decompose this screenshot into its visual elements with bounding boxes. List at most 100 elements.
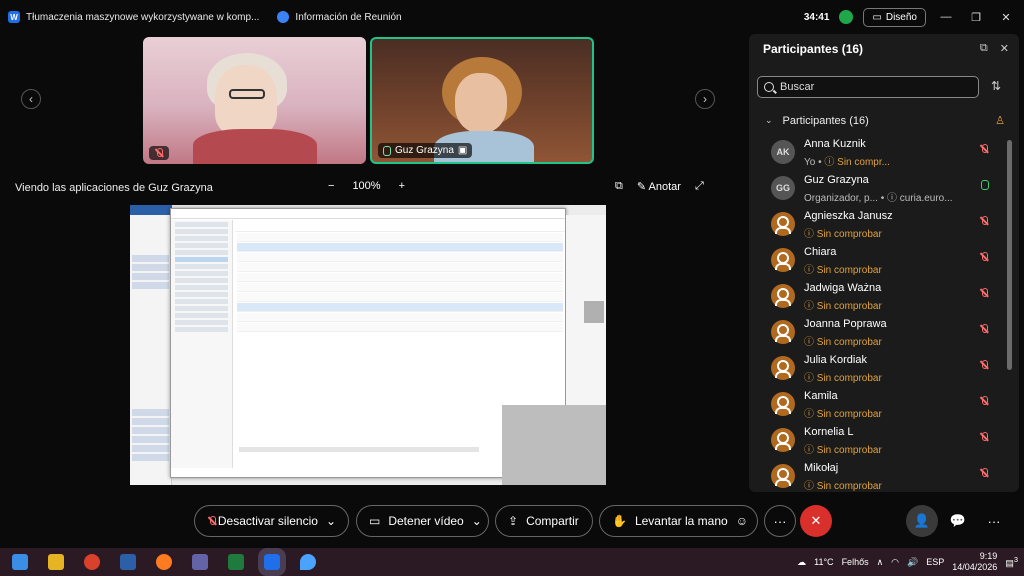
mic-muted-icon[interactable]	[979, 324, 989, 334]
list-item[interactable]: AK Anna Kuznik Yo • ⓘ Sin compr...	[749, 134, 1004, 170]
mic-muted-icon[interactable]	[979, 396, 989, 406]
close-panel-icon[interactable]: ✕	[1000, 42, 1009, 55]
mic-muted-icon[interactable]	[979, 216, 989, 226]
screen-share-icon: ▣	[457, 145, 468, 156]
chevron-down-icon[interactable]: ⌄	[326, 514, 336, 528]
sort-icon[interactable]: ⇅	[991, 79, 1001, 93]
nav-bar	[132, 454, 169, 461]
video-tile-1[interactable]	[143, 37, 366, 164]
chevron-down-icon[interactable]: ⌄	[472, 514, 482, 528]
mic-muted-icon[interactable]	[979, 432, 989, 442]
meeting-timer: 34:41	[803, 11, 830, 23]
shared-screen[interactable]	[130, 205, 606, 485]
list-item[interactable]: Jadwiga Ważna ⓘ Sin comprobar	[749, 278, 1004, 314]
weather-icon[interactable]: ☁	[797, 557, 806, 568]
share-label: Compartir	[526, 514, 579, 528]
reactions-icon[interactable]: ☺	[736, 514, 748, 528]
prev-video-icon[interactable]: ‹	[21, 89, 41, 109]
mic-muted-icon[interactable]	[979, 144, 989, 154]
nav-bar	[132, 418, 169, 425]
shared-app-ribbon	[130, 205, 172, 215]
participant-glasses	[229, 89, 265, 99]
list-item[interactable]: Mikołaj ⓘ Sin comprobar	[749, 458, 1004, 494]
mic-active-icon[interactable]	[981, 180, 989, 190]
teams-icon[interactable]	[192, 554, 208, 570]
popout-panel-icon[interactable]: ⧉	[980, 42, 988, 55]
volume-icon[interactable]: 🔊	[907, 557, 918, 568]
app-title: Tłumaczenia maszynowe wykorzystywane w k…	[26, 11, 260, 23]
mic-muted-icon[interactable]	[979, 252, 989, 262]
list-item[interactable]: Kornelia L ⓘ Sin comprobar	[749, 422, 1004, 458]
section-label: Participantes (16)	[782, 114, 869, 127]
raise-hand-button[interactable]: ✋ Levantar la mano ☺	[599, 505, 758, 537]
list-item[interactable]: Agnieszka Janusz ⓘ Sin comprobar	[749, 206, 1004, 242]
avatar: GG	[771, 176, 795, 200]
list-item[interactable]: Julia Kordiak ⓘ Sin comprobar	[749, 350, 1004, 386]
participant-name: Mikołaj	[804, 462, 839, 474]
app-tab[interactable]: W Tłumaczenia maszynowe wykorzystywane w…	[8, 11, 259, 23]
webex-taskbar-icon[interactable]	[258, 548, 286, 576]
popout-icon[interactable]: ⧉	[615, 180, 623, 193]
meeting-info-tab[interactable]: Información de Reunión	[277, 11, 402, 23]
tree-item	[175, 264, 228, 269]
list-item[interactable]: GG Guz Grazyna Organizador, p... • ⓘ cur…	[749, 170, 1004, 206]
participants-section-header[interactable]: ⌄ Participantes (16) ♙	[765, 114, 1005, 128]
video-button[interactable]: ▭ Detener vídeo ⌄	[356, 505, 489, 537]
close-icon[interactable]: ✕	[996, 11, 1016, 24]
notification-count: 3	[1013, 555, 1018, 564]
end-call-button[interactable]: ✕	[800, 505, 832, 537]
firefox-icon[interactable]	[156, 554, 172, 570]
participant-status: Sin comprobar	[816, 229, 882, 240]
tree-item	[175, 306, 228, 311]
next-video-icon[interactable]: ›	[695, 89, 715, 109]
file-explorer-icon[interactable]	[48, 554, 64, 570]
shared-occluded-area	[502, 405, 606, 485]
start-icon[interactable]	[12, 554, 28, 570]
hand-label: Levantar la mano	[634, 514, 728, 528]
share-button[interactable]: ⇪ Compartir	[495, 505, 593, 537]
mic-muted-icon[interactable]	[979, 288, 989, 298]
zoom-out-button[interactable]: −	[328, 180, 334, 192]
layout-icon: ▭	[872, 11, 882, 23]
participant-status: Sin comprobar	[816, 445, 882, 456]
word-icon[interactable]	[120, 554, 136, 570]
tree-item	[175, 236, 228, 241]
chat-icon[interactable]: 💬	[942, 505, 974, 537]
chevron-up-icon[interactable]: ∧	[877, 557, 884, 568]
more-panels-icon[interactable]: ···	[978, 505, 1010, 537]
more-options-button[interactable]: ···	[764, 505, 796, 537]
share-tools: ⧉ ✎ Anotar ⤢	[615, 180, 704, 193]
list-item[interactable]: Joanna Poprawa ⓘ Sin comprobar	[749, 314, 1004, 350]
fullscreen-icon[interactable]: ⤢	[695, 180, 704, 193]
annotate-button[interactable]: ✎ Anotar	[637, 180, 681, 193]
minimize-icon[interactable]: —	[936, 11, 956, 23]
mic-muted-icon[interactable]	[979, 360, 989, 370]
tree-item	[175, 229, 228, 234]
zoom-in-button[interactable]: +	[399, 180, 405, 192]
list-item[interactable]: Chiara ⓘ Sin comprobar	[749, 242, 1004, 278]
security-shield-icon[interactable]	[839, 10, 854, 24]
mic-muted-icon[interactable]	[979, 468, 989, 478]
list-item[interactable]: Kamila ⓘ Sin comprobar	[749, 386, 1004, 422]
shared-dialog-tree	[171, 220, 233, 468]
mic-muted-icon	[154, 148, 164, 158]
drop-icon[interactable]	[300, 554, 316, 570]
host-icon[interactable]: ♙	[995, 114, 1005, 127]
clock[interactable]: 9:19 14/04/2026	[952, 551, 997, 573]
language-indicator[interactable]: ESP	[926, 557, 944, 567]
chrome-icon[interactable]	[84, 554, 100, 570]
mute-button[interactable]: Desactivar silencio ⌄	[194, 505, 349, 537]
tree-item	[175, 327, 228, 332]
video-tile-2[interactable]: Guz Grazyna ▣	[370, 37, 594, 164]
clock-date: 14/04/2026	[952, 562, 998, 572]
restore-icon[interactable]: ❐	[966, 11, 986, 24]
wifi-icon[interactable]: ◠	[891, 557, 899, 568]
participant-search-input[interactable]: Buscar	[757, 76, 979, 98]
nav-bar	[132, 273, 169, 280]
participants-scrollbar[interactable]	[1007, 140, 1012, 370]
notifications-icon[interactable]: ▤3	[1005, 555, 1018, 569]
excel-icon[interactable]	[228, 554, 244, 570]
layout-button[interactable]: ▭ Diseño	[863, 7, 926, 27]
participants-toggle-button[interactable]: 👤	[906, 505, 938, 537]
table-row	[237, 233, 563, 242]
